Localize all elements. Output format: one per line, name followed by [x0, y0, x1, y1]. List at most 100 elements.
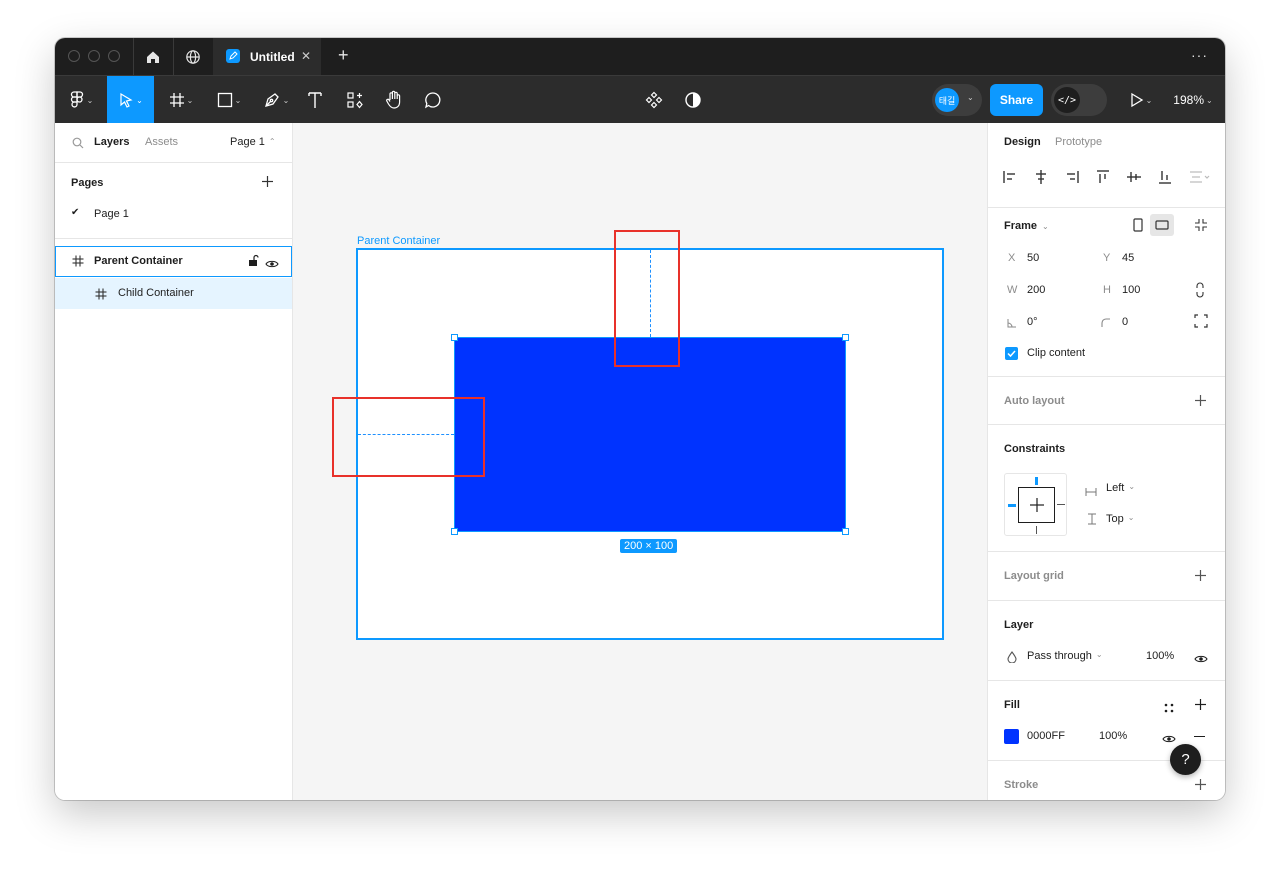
resources-button[interactable]	[343, 76, 367, 124]
align-horizontal-center-icon[interactable]	[1033, 169, 1049, 185]
align-bottom-icon[interactable]	[1157, 169, 1173, 185]
portrait-orientation-button[interactable]	[1129, 216, 1147, 234]
add-auto-layout-button[interactable]	[1194, 394, 1207, 412]
chevron-down-icon: ⌄	[282, 95, 290, 105]
frame-icon	[72, 254, 84, 272]
tab-assets[interactable]: Assets	[145, 136, 178, 148]
tab-prototype[interactable]: Prototype	[1055, 136, 1102, 148]
frame-tool-button[interactable]: ⌄	[161, 76, 201, 124]
vertical-constraint-select[interactable]: Top ⌄	[1106, 513, 1134, 525]
minimize-window-button[interactable]	[88, 50, 100, 62]
app-window: Untitled ✕ + ··· ⌄ ⌄ ⌄ ⌄ ⌄ 태길 ⌄ Share </…	[55, 38, 1225, 800]
layer-name: Parent Container	[94, 255, 183, 267]
independent-corners-icon[interactable]	[1194, 314, 1208, 333]
main-menu-button[interactable]: ⌄	[61, 76, 101, 124]
constrain-proportions-icon[interactable]	[1195, 282, 1205, 303]
close-window-button[interactable]	[68, 50, 80, 62]
corner-radius-input[interactable]: 0	[1122, 316, 1128, 328]
rotation-input[interactable]: 0°	[1027, 316, 1038, 328]
resize-to-fit-icon[interactable]	[1194, 218, 1208, 237]
align-vertical-center-icon[interactable]	[1126, 169, 1142, 185]
frame-preset-menu[interactable]: Frame ⌄	[1004, 220, 1049, 232]
constraint-right-handle[interactable]	[1057, 504, 1065, 505]
align-right-icon[interactable]	[1064, 169, 1080, 185]
new-tab-button[interactable]: +	[338, 45, 349, 66]
chevron-down-icon: ⌄	[1128, 482, 1136, 491]
hand-tool-button[interactable]	[382, 76, 406, 124]
file-tab[interactable]: Untitled ✕	[213, 38, 321, 75]
resize-handle-bottom-left[interactable]	[451, 528, 458, 535]
styles-icon[interactable]	[1164, 700, 1174, 718]
comment-tool-button[interactable]	[421, 76, 445, 124]
share-button[interactable]: Share	[990, 84, 1043, 116]
height-input[interactable]: 100	[1122, 284, 1140, 296]
layer-opacity-input[interactable]: 100%	[1146, 650, 1174, 662]
add-stroke-button[interactable]	[1194, 778, 1207, 796]
remove-fill-button[interactable]	[1194, 736, 1205, 738]
multiplayer-avatars[interactable]: 태길 ⌄	[932, 84, 982, 116]
constraints-widget[interactable]	[1004, 473, 1067, 536]
help-button[interactable]: ?	[1170, 744, 1201, 775]
highlight-box-top-gap	[614, 230, 680, 367]
components-button[interactable]	[642, 76, 666, 124]
plus-icon	[1195, 395, 1206, 406]
unlock-icon[interactable]	[248, 254, 259, 272]
tab-design[interactable]: Design	[1004, 136, 1041, 148]
search-icon[interactable]	[72, 136, 84, 154]
resize-handle-top-left[interactable]	[451, 334, 458, 341]
shape-tool-button[interactable]: ⌄	[209, 76, 249, 124]
fill-color-swatch[interactable]	[1004, 729, 1019, 744]
close-tab-icon[interactable]: ✕	[301, 49, 311, 63]
resize-handle-top-right[interactable]	[842, 334, 849, 341]
cursor-icon	[120, 92, 133, 108]
rotation-icon	[1007, 315, 1017, 333]
page-selector[interactable]: Page 1 ⌃	[230, 136, 276, 148]
align-top-icon[interactable]	[1095, 169, 1111, 185]
eye-icon[interactable]	[1162, 731, 1176, 749]
design-panel: Design Prototype Frame ⌄ X 50 Y 45 W 200…	[987, 123, 1225, 800]
constraint-left-handle[interactable]	[1008, 504, 1016, 507]
layer-row-parent-container[interactable]: Parent Container	[55, 246, 292, 277]
layer-row-child-container[interactable]: Child Container	[55, 278, 292, 309]
constraint-top-handle[interactable]	[1035, 477, 1038, 485]
checkmark-icon: ✔	[71, 207, 80, 218]
x-input[interactable]: 50	[1027, 252, 1039, 264]
align-left-icon[interactable]	[1002, 169, 1018, 185]
zoom-level: 198%	[1173, 93, 1204, 107]
dev-mode-toggle[interactable]: </>	[1051, 84, 1107, 116]
add-page-button[interactable]	[261, 175, 274, 193]
y-input[interactable]: 45	[1122, 252, 1134, 264]
resize-handle-bottom-right[interactable]	[842, 528, 849, 535]
zoom-menu[interactable]: 198% ⌄	[1169, 76, 1217, 124]
pen-tool-button[interactable]: ⌄	[255, 76, 297, 124]
fill-hex-input[interactable]: 0000FF	[1027, 730, 1065, 742]
blend-mode-select[interactable]: Pass through ⌄	[1027, 650, 1103, 662]
clip-content-checkbox[interactable]	[1005, 347, 1018, 360]
fill-opacity-input[interactable]: 100%	[1099, 730, 1127, 742]
tab-layers[interactable]: Layers	[94, 136, 129, 148]
maximize-window-button[interactable]	[108, 50, 120, 62]
eye-icon[interactable]	[1194, 651, 1208, 669]
width-input[interactable]: 200	[1027, 284, 1045, 296]
page-item[interactable]: ✔ Page 1	[55, 203, 292, 225]
layout-grid-title: Layout grid	[1004, 570, 1064, 582]
canvas[interactable]: Parent Container 200 × 100	[293, 123, 987, 800]
chevron-down-icon: ⌄	[1042, 221, 1049, 231]
constraint-bottom-handle[interactable]	[1036, 526, 1037, 534]
eye-icon[interactable]	[265, 256, 279, 274]
appearance-button[interactable]	[681, 76, 705, 124]
more-options-icon[interactable]: ···	[1191, 47, 1208, 63]
horizontal-constraint-select[interactable]: Left ⌄	[1106, 482, 1135, 494]
move-tool-button[interactable]: ⌄	[107, 76, 154, 124]
landscape-orientation-button[interactable]	[1150, 214, 1174, 236]
text-tool-button[interactable]	[303, 76, 327, 124]
distribute-icon[interactable]	[1188, 169, 1212, 185]
globe-icon[interactable]	[183, 47, 203, 67]
frame-label-parent-container[interactable]: Parent Container	[357, 235, 440, 247]
plus-icon	[1195, 779, 1206, 790]
present-button[interactable]: ⌄	[1126, 76, 1156, 124]
add-layout-grid-button[interactable]	[1194, 569, 1207, 587]
x-label: X	[1008, 252, 1016, 264]
add-fill-button[interactable]	[1194, 698, 1207, 716]
home-icon[interactable]	[143, 47, 163, 67]
